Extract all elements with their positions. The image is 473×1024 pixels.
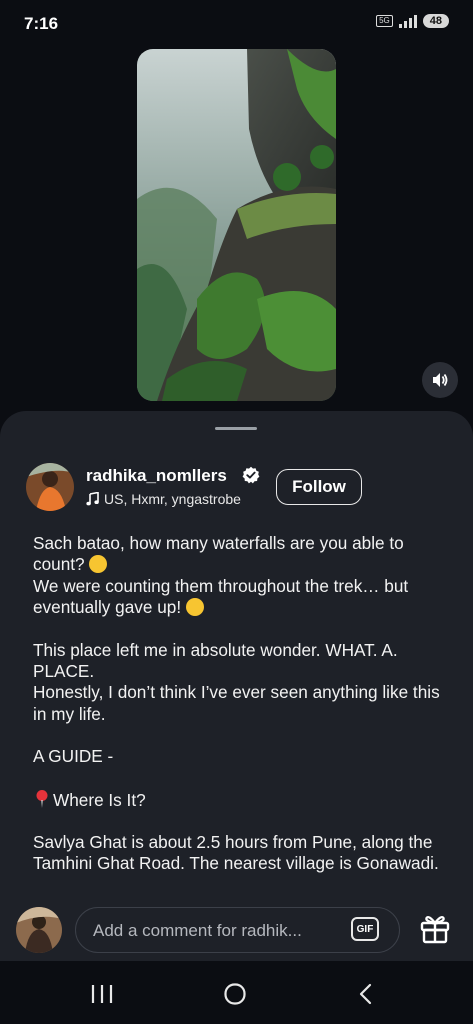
comment-placeholder: Add a comment for radhik... [93, 921, 302, 940]
caption-line: A GUIDE - [33, 746, 114, 767]
caption-line: Savlya Ghat is about 2.5 hours from Pune… [33, 832, 439, 874]
audio-track-label: US, Hxmr, yngastrobe [104, 491, 241, 507]
current-user-avatar [16, 907, 62, 953]
comment-input[interactable]: Add a comment for radhik... GIF [75, 907, 400, 953]
crying-emoji-icon [89, 555, 108, 574]
author-avatar[interactable] [26, 463, 74, 511]
laughing-emoji-icon [185, 598, 204, 617]
caption-line: Where Is It? [33, 789, 451, 811]
signal-icon [398, 14, 417, 28]
post-caption: Sach batao, how many waterfalls are you … [33, 533, 451, 875]
verified-badge-icon [242, 466, 260, 484]
pin-icon [36, 789, 48, 808]
caption-line: This place left me in absolute wonder. W… [33, 639, 398, 682]
reel-video-preview[interactable] [137, 49, 336, 401]
sheet-drag-handle[interactable] [215, 427, 257, 430]
gift-icon[interactable] [418, 911, 452, 945]
caption-line: We were counting them throughout the tre… [33, 575, 409, 618]
audio-track[interactable]: US, Hxmr, yngastrobe [86, 491, 262, 507]
recent-apps-icon[interactable] [90, 983, 114, 1005]
follow-button[interactable]: Follow [276, 469, 362, 505]
caption-line: Honestly, I don’t think I’ve ever seen a… [33, 682, 440, 724]
mute-button[interactable] [422, 362, 458, 398]
post-details-sheet: radhika_nomllers US, Hxmr, yngastrobe Fo… [0, 411, 473, 1024]
network-badge: 5G [376, 15, 393, 27]
battery-indicator: 48 [422, 14, 449, 28]
author-row: radhika_nomllers US, Hxmr, yngastrobe Fo… [26, 463, 466, 513]
home-icon[interactable] [223, 982, 247, 1006]
status-indicators: 5G 48 [376, 14, 449, 28]
volume-icon [433, 373, 448, 387]
author-username[interactable]: radhika_nomllers [86, 466, 227, 486]
system-nav-bar [0, 961, 473, 1024]
back-icon[interactable] [357, 982, 375, 1006]
status-bar: 7:16 5G 48 [0, 0, 473, 46]
gif-button[interactable]: GIF [351, 917, 379, 941]
music-note-icon [86, 492, 99, 506]
comment-bar: Add a comment for radhik... GIF [0, 900, 473, 960]
caption-line: Sach batao, how many waterfalls are you … [33, 533, 404, 575]
status-time: 7:16 [24, 14, 59, 33]
